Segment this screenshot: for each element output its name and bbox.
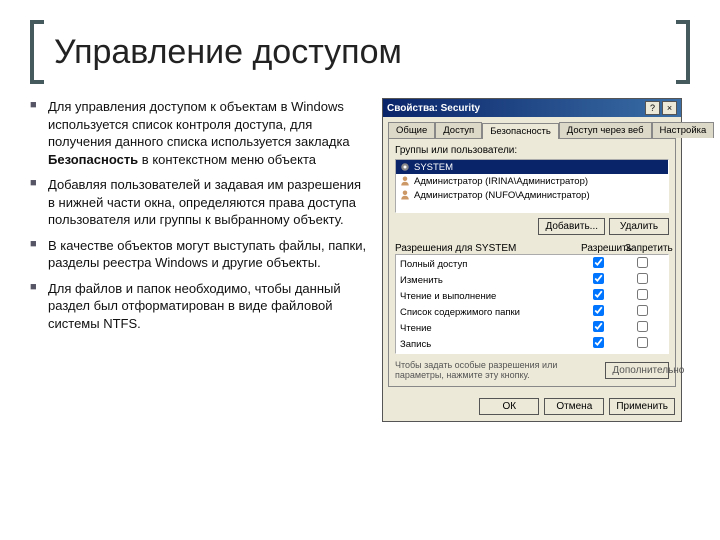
allow-checkbox-cell [576, 289, 620, 303]
allow-checkbox[interactable] [593, 289, 604, 300]
bullet-text: В качестве объектов могут выступать файл… [48, 237, 370, 272]
principal-row[interactable]: Администратор (NUFO\Администратор) [396, 188, 668, 202]
principal-row[interactable]: SYSTEM [396, 160, 668, 174]
remove-button[interactable]: Удалить [609, 218, 669, 235]
cancel-button[interactable]: Отмена [544, 398, 604, 415]
bullet-marker: ■ [30, 237, 48, 272]
bullet-text: Добавляя пользователей и задавая им разр… [48, 176, 370, 229]
principal-name: SYSTEM [414, 162, 453, 173]
tab-безопасность[interactable]: Безопасность [482, 123, 559, 139]
deny-checkbox[interactable] [637, 321, 648, 332]
allow-checkbox-cell [576, 273, 620, 287]
bracket-right-decoration [676, 20, 690, 84]
principal-name: Администратор (NUFO\Администратор) [414, 190, 590, 201]
allow-column-header: Разрешить [581, 243, 625, 254]
advanced-note: Чтобы задать особые разрешения или парам… [395, 360, 601, 380]
permission-row: Изменить [396, 272, 668, 288]
bullet-marker: ■ [30, 176, 48, 229]
permissions-label: Разрешения для SYSTEM [395, 243, 581, 254]
deny-column-header: Запретить [625, 243, 669, 254]
permission-name: Полный доступ [400, 259, 576, 270]
permissions-list: Полный доступ Изменить Чтение и выполнение… [395, 254, 669, 354]
principals-label: Группы или пользователи: [395, 145, 669, 156]
bullet-marker: ■ [30, 280, 48, 333]
allow-checkbox[interactable] [593, 257, 604, 268]
dialog-title: Свойства: Security [387, 103, 643, 114]
user-icon [399, 189, 411, 201]
tab-доступ-через-веб[interactable]: Доступ через веб [559, 122, 652, 138]
deny-checkbox[interactable] [637, 273, 648, 284]
deny-checkbox[interactable] [637, 289, 648, 300]
bracket-left-decoration [30, 20, 44, 84]
permission-row: Полный доступ [396, 256, 668, 272]
deny-checkbox-cell [620, 337, 664, 351]
permission-row: Чтение и выполнение [396, 288, 668, 304]
ok-button[interactable]: ОК [479, 398, 539, 415]
allow-checkbox-cell [576, 321, 620, 335]
allow-checkbox-cell [576, 257, 620, 271]
user-icon [399, 175, 411, 187]
gear-icon [399, 161, 411, 173]
advanced-button[interactable]: Дополнительно [605, 362, 669, 379]
deny-checkbox-cell [620, 305, 664, 319]
bullet-text: Для файлов и папок необходимо, чтобы дан… [48, 280, 370, 333]
tab-доступ[interactable]: Доступ [435, 122, 482, 138]
slide-title: Управление доступом [54, 33, 402, 72]
deny-checkbox-cell [620, 321, 664, 335]
apply-button[interactable]: Применить [609, 398, 675, 415]
add-button[interactable]: Добавить... [538, 218, 605, 235]
allow-checkbox[interactable] [593, 273, 604, 284]
allow-checkbox[interactable] [593, 305, 604, 316]
help-button[interactable]: ? [645, 101, 660, 115]
permission-row: Чтение [396, 320, 668, 336]
bullet-list: ■Для управления доступом к объектам в Wi… [30, 98, 370, 422]
allow-checkbox-cell [576, 305, 620, 319]
bullet-item: ■В качестве объектов могут выступать фай… [30, 237, 370, 272]
deny-checkbox-cell [620, 273, 664, 287]
deny-checkbox[interactable] [637, 257, 648, 268]
permission-row: Список содержимого папки [396, 304, 668, 320]
deny-checkbox[interactable] [637, 337, 648, 348]
bullet-item: ■Для управления доступом к объектам в Wi… [30, 98, 370, 168]
permission-row: Запись [396, 336, 668, 352]
allow-checkbox[interactable] [593, 321, 604, 332]
allow-checkbox[interactable] [593, 337, 604, 348]
principal-row[interactable]: Администратор (IRINA\Администратор) [396, 174, 668, 188]
permission-name: Запись [400, 339, 576, 350]
bullet-item: ■Добавляя пользователей и задавая им раз… [30, 176, 370, 229]
deny-checkbox-cell [620, 289, 664, 303]
bullet-item: ■Для файлов и папок необходимо, чтобы да… [30, 280, 370, 333]
tab-общие[interactable]: Общие [388, 122, 435, 138]
principal-name: Администратор (IRINA\Администратор) [414, 176, 588, 187]
dialog-titlebar[interactable]: Свойства: Security ? × [383, 99, 681, 117]
deny-checkbox[interactable] [637, 305, 648, 316]
bullet-text: Для управления доступом к объектам в Win… [48, 98, 370, 168]
tab-strip: ОбщиеДоступБезопасностьДоступ через вебН… [383, 117, 681, 138]
permission-name: Изменить [400, 275, 576, 286]
permission-name: Чтение и выполнение [400, 291, 576, 302]
title-bar: Управление доступом [30, 20, 690, 84]
close-button[interactable]: × [662, 101, 677, 115]
properties-dialog: Свойства: Security ? × ОбщиеДоступБезопа… [382, 98, 682, 422]
bullet-marker: ■ [30, 98, 48, 168]
deny-checkbox-cell [620, 257, 664, 271]
principals-listbox[interactable]: SYSTEM Администратор (IRINA\Администратор… [395, 159, 669, 213]
tab-настройка[interactable]: Настройка [652, 122, 715, 138]
allow-checkbox-cell [576, 337, 620, 351]
permission-name: Список содержимого папки [400, 307, 576, 318]
permission-name: Чтение [400, 323, 576, 334]
